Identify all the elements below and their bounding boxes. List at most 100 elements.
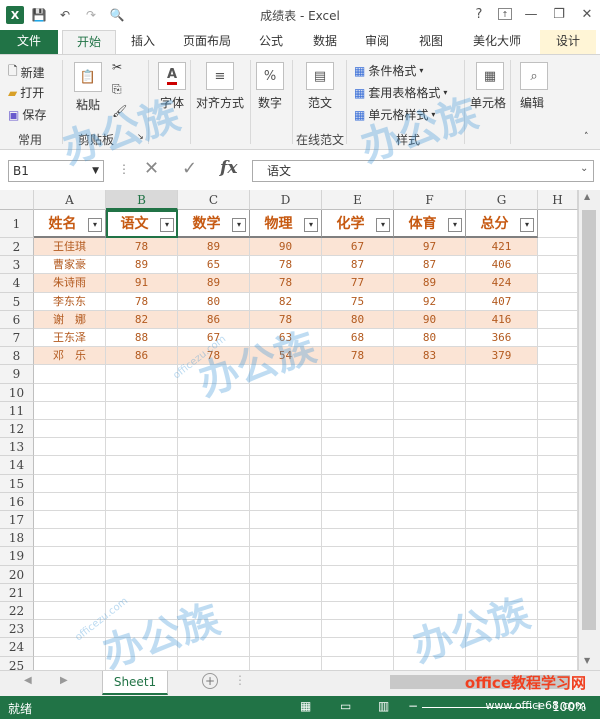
cells-icon[interactable]: ▦	[476, 62, 504, 90]
row-header[interactable]: 22	[0, 602, 34, 621]
row-header[interactable]: 2	[0, 238, 34, 257]
template-button[interactable]: 范文	[308, 94, 332, 111]
template-icon[interactable]: ▤	[306, 62, 334, 90]
filter-dropdown-icon[interactable]: ▾	[160, 218, 174, 232]
row-header[interactable]: 13	[0, 438, 34, 457]
empty-cell[interactable]	[538, 656, 578, 670]
table-header-cell[interactable]: 语文 ▾	[106, 210, 178, 238]
empty-cell[interactable]	[466, 529, 538, 548]
binoculars-icon[interactable]: ⌕	[520, 62, 548, 90]
empty-cell[interactable]	[178, 474, 250, 493]
number-button[interactable]: 数字	[258, 94, 282, 111]
formula-input[interactable]: 语文	[252, 160, 594, 182]
empty-cell[interactable]	[538, 210, 578, 238]
table-cell[interactable]: 83	[394, 347, 466, 366]
empty-cell[interactable]	[250, 529, 322, 548]
empty-cell[interactable]	[538, 602, 578, 621]
scroll-thumb[interactable]	[582, 210, 596, 630]
empty-cell[interactable]	[34, 456, 106, 475]
column-header[interactable]: E	[322, 190, 394, 210]
table-cell[interactable]: 421	[466, 238, 538, 257]
empty-cell[interactable]	[34, 401, 106, 420]
empty-cell[interactable]	[250, 492, 322, 511]
row-header[interactable]: 19	[0, 547, 34, 566]
empty-cell[interactable]	[322, 656, 394, 670]
empty-cell[interactable]	[538, 365, 578, 384]
alignment-button[interactable]: 对齐方式	[196, 94, 244, 111]
empty-cell[interactable]	[106, 529, 178, 548]
empty-cell[interactable]	[178, 456, 250, 475]
row-header[interactable]: 20	[0, 565, 34, 584]
open-button[interactable]: ▰ 打开	[8, 84, 44, 101]
row-header[interactable]: 1	[0, 210, 34, 238]
table-cell[interactable]: 87	[322, 256, 394, 275]
empty-cell[interactable]	[538, 547, 578, 566]
empty-cell[interactable]	[394, 383, 466, 402]
table-cell[interactable]: 曹家豪	[34, 256, 106, 275]
restore-button[interactable]: ❐	[550, 4, 568, 24]
percent-icon[interactable]: %	[256, 62, 284, 90]
empty-cell[interactable]	[322, 456, 394, 475]
empty-cell[interactable]	[106, 383, 178, 402]
align-icon[interactable]: ≡	[206, 62, 234, 90]
empty-cell[interactable]	[466, 383, 538, 402]
zoom-out-icon[interactable]: −	[408, 699, 418, 713]
tab-data[interactable]: 数据	[302, 30, 348, 54]
row-header[interactable]: 4	[0, 274, 34, 293]
filter-dropdown-icon[interactable]: ▾	[88, 218, 102, 232]
empty-cell[interactable]	[250, 583, 322, 602]
row-header[interactable]: 17	[0, 511, 34, 530]
table-cell[interactable]: 88	[106, 329, 178, 348]
empty-cell[interactable]	[250, 420, 322, 439]
empty-cell[interactable]	[34, 656, 106, 670]
scroll-up-icon[interactable]: ▲	[584, 192, 590, 201]
empty-cell[interactable]	[394, 583, 466, 602]
empty-cell[interactable]	[106, 456, 178, 475]
table-cell[interactable]: 89	[394, 274, 466, 293]
empty-cell[interactable]	[178, 656, 250, 670]
minimize-button[interactable]: —	[522, 4, 540, 24]
vertical-scrollbar[interactable]: ▲ ▼	[578, 190, 600, 670]
empty-cell[interactable]	[538, 492, 578, 511]
empty-cell[interactable]	[34, 365, 106, 384]
empty-cell[interactable]	[322, 401, 394, 420]
empty-cell[interactable]	[34, 492, 106, 511]
empty-cell[interactable]	[322, 383, 394, 402]
empty-cell[interactable]	[178, 438, 250, 457]
filter-dropdown-icon[interactable]: ▾	[520, 218, 534, 232]
empty-cell[interactable]	[250, 511, 322, 530]
row-header[interactable]: 25	[0, 656, 34, 670]
tab-page-layout[interactable]: 页面布局	[172, 30, 242, 54]
paste-icon[interactable]: 📋	[74, 62, 102, 92]
table-cell[interactable]: 89	[178, 238, 250, 257]
table-cell[interactable]: 406	[466, 256, 538, 275]
table-cell[interactable]: 78	[106, 292, 178, 311]
filter-dropdown-icon[interactable]: ▾	[232, 218, 246, 232]
empty-cell[interactable]	[538, 256, 578, 275]
table-cell[interactable]: 90	[250, 238, 322, 257]
table-cell[interactable]: 416	[466, 310, 538, 329]
empty-cell[interactable]	[106, 401, 178, 420]
empty-cell[interactable]	[538, 474, 578, 493]
empty-cell[interactable]	[106, 547, 178, 566]
table-cell[interactable]: 86	[178, 310, 250, 329]
empty-cell[interactable]	[34, 474, 106, 493]
table-cell[interactable]: 朱诗雨	[34, 274, 106, 293]
empty-cell[interactable]	[466, 365, 538, 384]
table-header-cell[interactable]: 物理 ▾	[250, 210, 322, 238]
tab-beautify[interactable]: 美化大师	[462, 30, 532, 54]
row-header[interactable]: 16	[0, 492, 34, 511]
column-header[interactable]: H	[538, 190, 578, 210]
row-header[interactable]: 14	[0, 456, 34, 475]
column-header[interactable]: F	[394, 190, 466, 210]
empty-cell[interactable]	[466, 401, 538, 420]
empty-cell[interactable]	[394, 492, 466, 511]
empty-cell[interactable]	[34, 547, 106, 566]
tab-insert[interactable]: 插入	[120, 30, 166, 54]
empty-cell[interactable]	[250, 438, 322, 457]
table-cell[interactable]: 92	[394, 292, 466, 311]
empty-cell[interactable]	[178, 529, 250, 548]
table-cell[interactable]: 407	[466, 292, 538, 311]
empty-cell[interactable]	[178, 492, 250, 511]
empty-cell[interactable]	[34, 420, 106, 439]
